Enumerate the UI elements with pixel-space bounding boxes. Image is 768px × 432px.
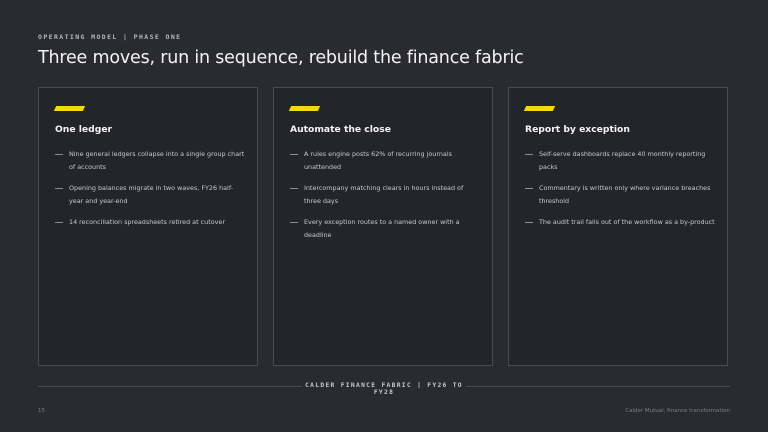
card-title: Report by exception <box>525 124 630 135</box>
bullet-text: The audit trail falls out of the workflo… <box>539 218 715 226</box>
bullet-item: Self-serve dashboards replace 40 monthly… <box>525 148 717 174</box>
bullet-item: Opening balances migrate in two waves, F… <box>55 182 247 208</box>
dash-icon <box>290 154 298 155</box>
bullet-list: Nine general ledgers collapse into a sin… <box>55 148 247 237</box>
bullet-text: Every exception routes to a named owner … <box>304 218 460 239</box>
footer-credit: Calder Mutual, finance transformation <box>625 408 730 414</box>
card-one-ledger: One ledger Nine general ledgers collapse… <box>38 87 258 366</box>
bullet-text: 14 reconciliation spreadsheets retired a… <box>69 218 225 226</box>
dash-icon <box>290 222 298 223</box>
dash-icon <box>55 154 63 155</box>
bullet-item: Commentary is written only where varianc… <box>525 182 717 208</box>
footer-divider <box>466 386 730 387</box>
accent-bar <box>523 106 556 111</box>
bullet-text: Self-serve dashboards replace 40 monthly… <box>539 150 706 171</box>
dash-icon <box>55 188 63 189</box>
accent-bar <box>53 106 86 111</box>
bullet-text: Commentary is written only where varianc… <box>539 184 711 205</box>
bullet-item: Intercompany matching clears in hours in… <box>290 182 482 208</box>
footer-divider <box>38 386 302 387</box>
dash-icon <box>525 222 533 223</box>
bullet-item: The audit trail falls out of the workflo… <box>525 216 717 229</box>
bullet-text: Opening balances migrate in two waves, F… <box>69 184 234 205</box>
dash-icon <box>525 188 533 189</box>
bullet-list: A rules engine posts 62% of recurring jo… <box>290 148 482 250</box>
bullet-item: Every exception routes to a named owner … <box>290 216 482 242</box>
eyebrow-label: OPERATING MODEL | PHASE ONE <box>38 33 182 41</box>
dash-icon <box>55 222 63 223</box>
slide-title: Three moves, run in sequence, rebuild th… <box>38 48 524 68</box>
accent-bar <box>288 106 321 111</box>
dash-icon <box>290 188 298 189</box>
bullet-item: 14 reconciliation spreadsheets retired a… <box>55 216 247 229</box>
card-report-exception: Report by exception Self-serve dashboard… <box>508 87 728 366</box>
card-title: Automate the close <box>290 124 391 135</box>
dash-icon <box>525 154 533 155</box>
bullet-item: A rules engine posts 62% of recurring jo… <box>290 148 482 174</box>
bullet-item: Nine general ledgers collapse into a sin… <box>55 148 247 174</box>
bullet-text: Nine general ledgers collapse into a sin… <box>69 150 245 171</box>
bullet-list: Self-serve dashboards replace 40 monthly… <box>525 148 717 237</box>
card-automate-close: Automate the close A rules engine posts … <box>273 87 493 366</box>
bullet-text: A rules engine posts 62% of recurring jo… <box>304 150 452 171</box>
footer-label: CALDER FINANCE FABRIC | FY26 TO FY28 <box>305 382 463 396</box>
page-number: 15 <box>38 408 45 414</box>
bullet-text: Intercompany matching clears in hours in… <box>304 184 464 205</box>
card-title: One ledger <box>55 124 113 135</box>
